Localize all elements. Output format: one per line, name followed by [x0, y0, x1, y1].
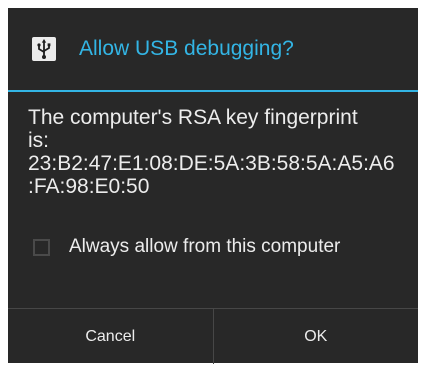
cancel-button[interactable]: Cancel	[8, 309, 213, 364]
message-line: is:	[28, 129, 49, 152]
title-divider	[8, 90, 418, 92]
message-line: 23:B2:47:E1:08:DE:5A:3B:58:5A:A5:A6	[28, 152, 395, 175]
message-line: :FA:98:E0:50	[28, 175, 150, 198]
dialog-header: Allow USB debugging?	[8, 8, 418, 90]
always-allow-row[interactable]: Always allow from this computer	[33, 233, 340, 261]
usb-icon	[32, 37, 56, 61]
always-allow-label[interactable]: Always allow from this computer	[69, 236, 340, 258]
ok-button[interactable]: OK	[214, 309, 419, 364]
dialog-title: Allow USB debugging?	[79, 37, 294, 60]
dialog-message: The computer's RSA key fingerprint is: 2…	[28, 106, 408, 198]
message-line: The computer's RSA key fingerprint	[28, 106, 358, 129]
usb-debugging-dialog: Allow USB debugging? The computer's RSA …	[8, 8, 418, 364]
dialog-button-bar: Cancel OK	[8, 308, 418, 364]
always-allow-checkbox[interactable]	[33, 238, 50, 256]
